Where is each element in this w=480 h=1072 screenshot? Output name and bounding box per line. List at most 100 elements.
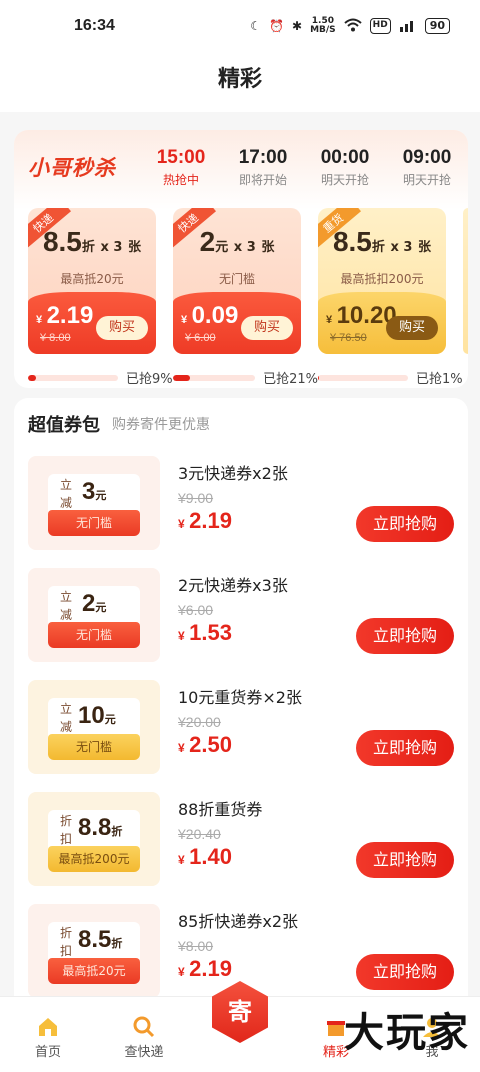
slot-time: 15:00: [156, 146, 206, 168]
item-original-price: ¥20.00: [178, 714, 221, 730]
buy-button[interactable]: 购买: [241, 316, 293, 340]
time-slot-1[interactable]: 15:00 热抢中: [140, 147, 222, 188]
slot-status: 明天开抢: [402, 172, 451, 187]
coupon-ticket: 立减 3元 无门槛: [28, 456, 160, 550]
coupon-amount: 8.5折 x 3 张: [42, 226, 142, 257]
tab-label: 首页: [34, 1045, 61, 1060]
ticket-label: 立减: [60, 478, 73, 510]
search-icon: [96, 1015, 192, 1041]
coupon-ticket: 立减 2元 无门槛: [28, 568, 160, 662]
flash-sale-header: 小哥秒杀 15:00 热抢中 17:00 即将开始 00:00 明天开抢 09:…: [14, 130, 468, 204]
ticket-condition: 无门槛: [48, 622, 140, 648]
wifi-icon: [344, 18, 362, 35]
coupon-original-price: ¥ 8.00: [40, 332, 71, 344]
sale-progress: 已抢9%: [28, 368, 173, 387]
grab-button[interactable]: 立即抢购: [356, 730, 454, 766]
tab-send[interactable]: 寄: [192, 981, 288, 1072]
slot-status: 热抢中: [162, 172, 199, 187]
item-info: 3元快递券x2张 ¥9.00 ¥ 2.19: [178, 460, 288, 534]
time-slot-3[interactable]: 00:00 明天开抢: [304, 147, 386, 188]
coupon-condition: 最高抵20元: [60, 272, 124, 286]
item-name: 10元重货券×2张: [178, 688, 302, 707]
ticket-value: 8.5折: [78, 926, 123, 953]
moon-icon: ☾: [250, 19, 262, 33]
tab-home[interactable]: 首页: [0, 997, 96, 1072]
ticket-value: 2元: [82, 590, 107, 617]
status-time: 16:34: [74, 17, 115, 34]
item-price: ¥ 1.40: [178, 844, 232, 869]
grab-button[interactable]: 立即抢购: [356, 842, 454, 878]
ticket-label: 立减: [60, 702, 73, 734]
slot-status: 明天开抢: [320, 172, 369, 187]
flash-coupon[interactable]: 重货 8.5折 x 3 张 最高抵扣200元 ¥ 10.20 ¥ 76.50 购…: [318, 208, 446, 354]
bluetooth-icon: ✱: [292, 19, 303, 33]
pack-item[interactable]: 立减 2元 无门槛 2元快递券x3张 ¥6.00 ¥ 1.53 立即抢购: [28, 568, 454, 662]
slot-time: 00:00: [320, 146, 370, 168]
item-price: ¥ 2.50: [178, 732, 232, 757]
item-original-price: ¥20.40: [178, 826, 221, 842]
progress-bar: [28, 374, 118, 381]
grab-button[interactable]: 立即抢购: [356, 954, 454, 990]
time-slot-2[interactable]: 17:00 即将开始: [222, 147, 304, 188]
coupon-price: ¥ 2.19: [36, 302, 94, 329]
pack-item[interactable]: 立减 3元 无门槛 3元快递券x2张 ¥9.00 ¥ 2.19 立即抢购: [28, 456, 454, 550]
slot-time: 17:00: [238, 146, 288, 168]
buy-button[interactable]: 购买: [96, 316, 148, 340]
ticket-label: 折扣: [60, 926, 73, 958]
ticket-value: 8.8折: [78, 814, 123, 841]
ticket-condition: 最高抵20元: [48, 958, 140, 984]
item-info: 2元快递券x3张 ¥6.00 ¥ 1.53: [178, 572, 288, 646]
ticket-value: 3元: [82, 478, 107, 505]
ticket-condition: 最高抵200元: [48, 846, 140, 872]
buy-button[interactable]: 购买: [386, 316, 438, 340]
hd-icon: HD: [369, 18, 391, 34]
item-original-price: ¥8.00: [178, 938, 214, 954]
flash-sale-card: 小哥秒杀 15:00 热抢中 17:00 即将开始 00:00 明天开抢 09:…: [14, 130, 468, 388]
grab-button[interactable]: 立即抢购: [356, 618, 454, 654]
bottom-tab-bar: 首页 查快递 寄 精彩 我 大玩家: [0, 981, 480, 1072]
battery-icon: 90: [424, 18, 450, 34]
pack-item[interactable]: 折扣 8.8折 最高抵200元 88折重货券 ¥20.40 ¥ 1.40 立即抢…: [28, 792, 454, 886]
progress-bar: [173, 374, 256, 381]
time-slots: 15:00 热抢中 17:00 即将开始 00:00 明天开抢 09:00 明天…: [140, 147, 468, 188]
coupon-amount: 8.5折 x 3 张: [332, 226, 432, 257]
coupon-ticket: 折扣 8.5折 最高抵20元: [28, 904, 160, 998]
item-name: 2元快递券x3张: [178, 576, 288, 595]
pack-header: 超值券包 购券寄件更优惠: [14, 398, 468, 450]
ticket-label: 立减: [60, 590, 73, 622]
home-icon: [0, 1015, 96, 1041]
slot-time: 09:00: [402, 146, 452, 168]
item-price: ¥ 2.19: [178, 508, 232, 533]
ticket-condition: 无门槛: [48, 734, 140, 760]
status-bar: 16:34 ☾ ⏰ ✱ 1.50 MB/S HD 90: [0, 0, 480, 52]
coupon-condition: 最高抵扣200元: [340, 272, 424, 286]
flash-coupon-partial[interactable]: [463, 208, 468, 354]
flash-coupon-row: 快递 8.5折 x 3 张 最高抵20元 ¥ 2.19 ¥ 8.00 购买 快递…: [28, 208, 468, 354]
alarm-icon: ⏰: [269, 19, 285, 33]
coupon-condition: 无门槛: [218, 272, 255, 286]
coupon-ticket: 折扣 8.8折 最高抵200元: [28, 792, 160, 886]
pack-title: 超值券包: [28, 415, 100, 436]
item-info: 85折快递券x2张 ¥8.00 ¥ 2.19: [178, 908, 298, 982]
item-price: ¥ 2.19: [178, 956, 232, 981]
watermark-logo: 大玩家: [344, 1010, 470, 1056]
progress-bar: [318, 374, 408, 381]
flash-coupon[interactable]: 快递 8.5折 x 3 张 最高抵20元 ¥ 2.19 ¥ 8.00 购买: [28, 208, 156, 354]
network-speed: 1.50 MB/S: [310, 16, 336, 35]
sale-progress: 已抢1%: [318, 368, 463, 387]
item-info: 88折重货券 ¥20.40 ¥ 1.40: [178, 796, 262, 870]
item-price: ¥ 1.53: [178, 620, 232, 645]
tab-track[interactable]: 查快递: [96, 997, 192, 1072]
flash-coupon[interactable]: 快递 2元 x 3 张 无门槛 ¥ 0.09 ¥ 6.00 购买: [173, 208, 301, 354]
coupon-price: ¥ 0.09: [181, 302, 239, 329]
coupon-amount: 2元 x 3 张: [199, 226, 275, 257]
time-slot-4[interactable]: 09:00 明天开抢: [386, 147, 468, 188]
grab-button[interactable]: 立即抢购: [356, 506, 454, 542]
coupon-original-price: ¥ 6.00: [185, 332, 216, 344]
ticket-value: 10元: [78, 702, 116, 729]
status-icons: ☾ ⏰ ✱ 1.50 MB/S HD 90: [250, 17, 450, 35]
pack-item[interactable]: 立减 10元 无门槛 10元重货券×2张 ¥20.00 ¥ 2.50 立即抢购: [28, 680, 454, 774]
sale-progress: 已抢21%: [173, 368, 318, 387]
progress-row: 已抢9% 已抢21% 已抢1%: [28, 368, 463, 387]
item-info: 10元重货券×2张 ¥20.00 ¥ 2.50: [178, 684, 302, 758]
